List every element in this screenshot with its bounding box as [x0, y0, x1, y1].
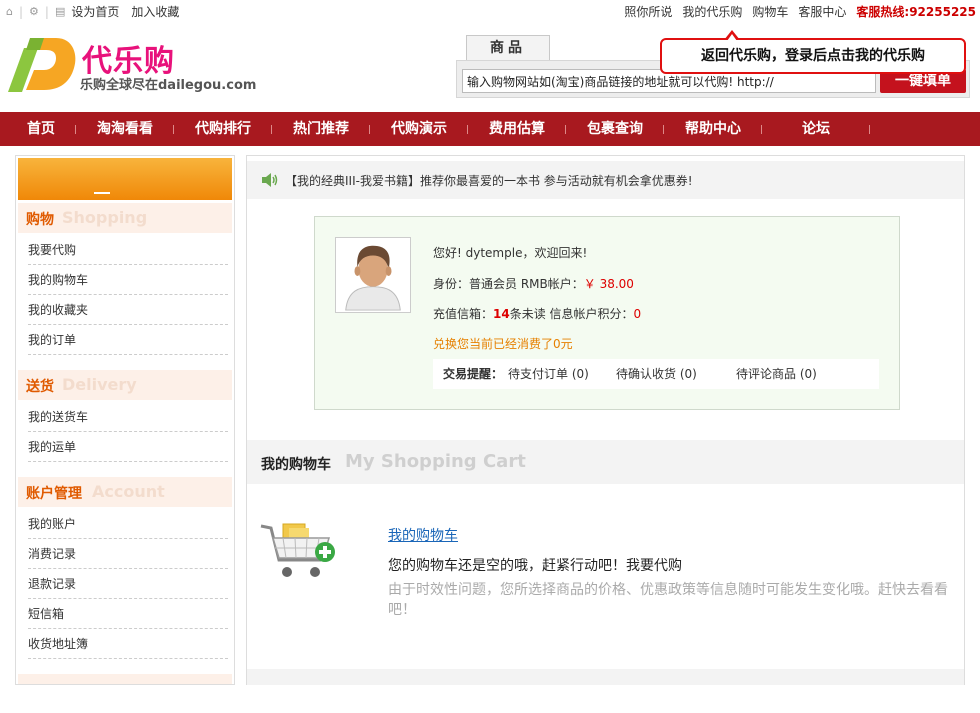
nav-item-help[interactable]: 帮助中心: [664, 112, 762, 146]
trade-reminder: 交易提醒： 待支付订单 (0) 待确认收货 (0) 待评论商品 (0): [433, 359, 879, 389]
nav-item-taotao[interactable]: 淘淘看看: [76, 112, 174, 146]
sidebar-item-purchase[interactable]: 我要代购: [28, 235, 228, 265]
nav-item-hot[interactable]: 热门推荐: [272, 112, 370, 146]
tab-goods[interactable]: 商品: [466, 35, 550, 61]
pending-pay-link[interactable]: 待支付订单 (0): [508, 359, 589, 389]
bookmark-icon[interactable]: ▤: [55, 5, 65, 18]
topbar-link-service[interactable]: 客服中心: [798, 3, 846, 20]
logo-mark-icon: [8, 38, 76, 92]
sidebar-section-more: [18, 674, 232, 684]
consumed-text: 兑换您当前已经消费了0元: [433, 337, 573, 351]
main-panel: 【我的经典III-我爱书籍】推荐你最喜爱的一本书 参与活动就有机会拿优惠券! 您…: [246, 155, 965, 685]
sidebar-item-spending[interactable]: 消费记录: [28, 539, 228, 569]
topbar-link-cart[interactable]: 购物车: [752, 3, 788, 20]
sidebar-section-account: 账户管理 Account: [18, 477, 232, 507]
cart-empty-message: 您的购物车还是空的哦，赶紧行动吧！我要代购: [388, 558, 682, 574]
nav-item-demo[interactable]: 代购演示: [370, 112, 468, 146]
trade-label: 交易提醒：: [443, 367, 504, 381]
hotline: 客服热线:92255225: [856, 5, 976, 19]
add-favorite-link[interactable]: 加入收藏: [131, 3, 179, 20]
section-title: 送货: [26, 379, 54, 395]
callout-text: 返回代乐购，登录后点击我的代乐购: [701, 48, 925, 64]
set-homepage-link[interactable]: 设为首页: [71, 3, 119, 20]
home-icon[interactable]: ⌂: [6, 5, 13, 18]
shopping-cart-icon: [260, 523, 335, 577]
nav-item-ranking[interactable]: 代购排行: [174, 112, 272, 146]
settings-icon[interactable]: ⚙: [29, 5, 39, 18]
main-nav: 首页 淘淘看看 代购排行 热门推荐 代购演示 费用估算 包裹查询 帮助中心 论坛: [0, 112, 980, 146]
avatar: [335, 237, 411, 313]
cart-title-en: My Shopping Cart: [345, 451, 526, 472]
greeting: 您好! dytemple，欢迎回来!: [433, 246, 588, 260]
sidebar-item-delivery-cart[interactable]: 我的送货车: [28, 402, 228, 432]
speaker-icon: [262, 173, 278, 187]
identity-label: 身份：普通会员 RMB帐户：: [433, 277, 584, 291]
site-logo[interactable]: 代乐购 乐购全球尽在dailegou.com: [4, 34, 274, 96]
sidebar-item-account[interactable]: 我的账户: [28, 509, 228, 539]
nav-item-home[interactable]: 首页: [6, 112, 76, 146]
sidebar-section-delivery: 送货 Delivery: [18, 370, 232, 400]
section-title: 账户管理: [26, 486, 82, 502]
sidebar-banner: [18, 158, 232, 200]
sidebar-item-waybill[interactable]: 我的运单: [28, 432, 228, 462]
cart-note: 由于时效性问题，您所选择商品的价格、优惠政策等信息随时可能发生变化哦。赶快去看看…: [388, 582, 948, 618]
sidebar-item-cart[interactable]: 我的购物车: [28, 265, 228, 295]
sidebar-item-orders[interactable]: 我的订单: [28, 325, 228, 355]
top-bar: ⌂ | ⚙ | ▤ 设为首页 加入收藏 照你所说 我的代乐购 购物车 客服中心 …: [0, 0, 980, 22]
divider: |: [44, 4, 49, 19]
mailbox-line: 充值信箱：14条未读 信息帐户积分：0: [433, 305, 641, 322]
nav-item-package[interactable]: 包裹查询: [566, 112, 664, 146]
user-info-box: 您好! dytemple，欢迎回来! 身份：普通会员 RMB帐户：￥ 38.00…: [314, 216, 900, 410]
balance-value: ￥ 38.00: [583, 277, 634, 291]
cart-header: 我的购物车 My Shopping Cart: [247, 440, 964, 484]
unread-suffix: 条未读 信息帐户积分：: [509, 307, 634, 321]
sidebar-item-favorites[interactable]: 我的收藏夹: [28, 295, 228, 325]
topbar-link-my-dailegou[interactable]: 我的代乐购: [682, 3, 742, 20]
sidebar-item-address-book[interactable]: 收货地址簿: [28, 629, 228, 659]
callout-arrow-inner: [727, 34, 737, 41]
section-title-en: Delivery: [62, 375, 137, 394]
panel-footer: [247, 669, 964, 685]
sidebar-item-messages[interactable]: 短信箱: [28, 599, 228, 629]
nav-item-estimate[interactable]: 费用估算: [468, 112, 566, 146]
my-cart-link[interactable]: 我的购物车: [388, 525, 458, 545]
points-value: 0: [633, 307, 642, 321]
sidebar-item-refunds[interactable]: 退款记录: [28, 569, 228, 599]
logo-slogan: 乐购全球尽在dailegou.com: [80, 78, 257, 93]
section-title-en: Account: [92, 482, 165, 501]
cart-title: 我的购物车: [261, 457, 331, 473]
unread-count[interactable]: 14: [493, 307, 510, 321]
identity-line: 身份：普通会员 RMB帐户：￥ 38.00: [433, 275, 634, 292]
notice-bar: 【我的经典III-我爱书籍】推荐你最喜爱的一本书 参与活动就有机会拿优惠券!: [247, 161, 964, 199]
mailbox-label: 充值信箱：: [433, 307, 494, 321]
notice-text[interactable]: 【我的经典III-我爱书籍】推荐你最喜爱的一本书 参与活动就有机会拿优惠券!: [285, 172, 693, 189]
nav-item-forum[interactable]: 论坛: [762, 112, 870, 146]
pending-review-link[interactable]: 待评论商品 (0): [736, 359, 817, 389]
divider: |: [18, 4, 24, 19]
sidebar: 购物 Shopping 我要代购 我的购物车 我的收藏夹 我的订单 送货 Del…: [15, 155, 235, 685]
topbar-link-zhaonisuoshuo[interactable]: 照你所说: [624, 3, 672, 20]
section-title: 购物: [26, 212, 54, 228]
pending-receive-link[interactable]: 待确认收货 (0): [616, 359, 697, 389]
instruction-callout: 返回代乐购，登录后点击我的代乐购: [660, 30, 966, 74]
sidebar-section-shopping: 购物 Shopping: [18, 203, 232, 233]
section-title-en: Shopping: [62, 208, 148, 227]
